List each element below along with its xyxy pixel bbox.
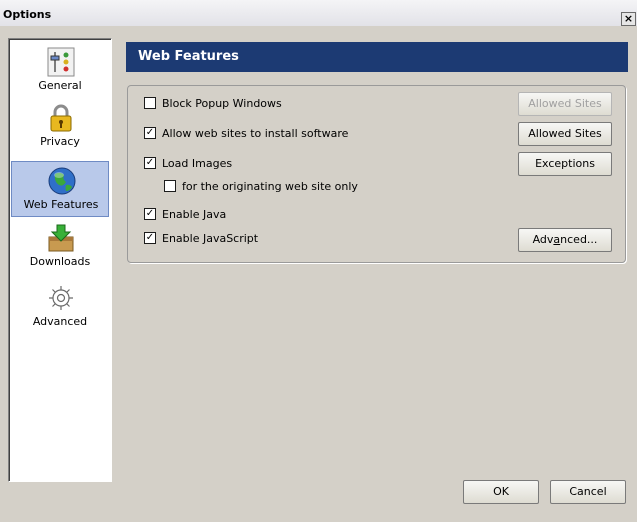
- sidebar-item-privacy[interactable]: Privacy: [11, 99, 109, 155]
- sidebar-item-label: Web Features: [23, 198, 99, 211]
- sidebar-item-label: Downloads: [29, 255, 91, 268]
- sidebar-item-advanced[interactable]: Advanced: [11, 279, 109, 335]
- options-dialog: Options × General Privacy Web Features D…: [0, 0, 637, 522]
- gear-icon: [49, 286, 73, 310]
- window-title: Options: [3, 8, 52, 21]
- allowed-sites-popup-button[interactable]: Allowed Sites: [518, 92, 612, 116]
- option-label: Load Images: [162, 157, 233, 170]
- panel-header: Web Features: [126, 42, 628, 72]
- globe-icon: [48, 167, 76, 195]
- sidebar-item-general[interactable]: General: [11, 43, 109, 99]
- general-icon: [47, 47, 75, 77]
- panel-title: Web Features: [138, 49, 239, 64]
- lock-icon: [50, 104, 72, 132]
- load-images-checkbox[interactable]: ✓: [144, 157, 156, 169]
- allow-install-checkbox[interactable]: ✓: [144, 127, 156, 139]
- category-list: General Privacy Web Features Downloads A…: [8, 38, 112, 482]
- sidebar-item-label: General: [38, 79, 82, 92]
- option-label: for the originating web site only: [182, 180, 358, 193]
- enable-javascript-checkbox[interactable]: ✓: [144, 232, 156, 244]
- option-label: Enable Java: [162, 208, 227, 221]
- sidebar-item-downloads[interactable]: Downloads: [11, 219, 109, 275]
- sidebar-item-web-features[interactable]: Web Features: [11, 161, 109, 217]
- cancel-button[interactable]: Cancel: [550, 480, 626, 504]
- option-label: Enable JavaScript: [162, 232, 259, 245]
- sidebar-item-label: Advanced: [32, 315, 88, 328]
- originating-site-checkbox[interactable]: [164, 180, 176, 192]
- advanced-label-part: nced...: [560, 233, 598, 246]
- option-label: Block Popup Windows: [162, 97, 282, 110]
- download-box-icon: [48, 224, 74, 252]
- block-popup-checkbox[interactable]: [144, 97, 156, 109]
- web-features-group: Block Popup Windows ✓ Allow web sites to…: [127, 85, 626, 263]
- advanced-button[interactable]: Advanced...: [518, 228, 612, 252]
- close-button[interactable]: ×: [621, 12, 636, 26]
- ok-button[interactable]: OK: [463, 480, 539, 504]
- advanced-label-part: Adv: [532, 233, 554, 246]
- allowed-sites-install-button[interactable]: Allowed Sites: [518, 122, 612, 146]
- title-bar[interactable]: Options ×: [0, 0, 637, 26]
- enable-java-checkbox[interactable]: ✓: [144, 208, 156, 220]
- sidebar-item-label: Privacy: [40, 135, 80, 148]
- exceptions-button[interactable]: Exceptions: [518, 152, 612, 176]
- option-label: Allow web sites to install software: [162, 127, 349, 140]
